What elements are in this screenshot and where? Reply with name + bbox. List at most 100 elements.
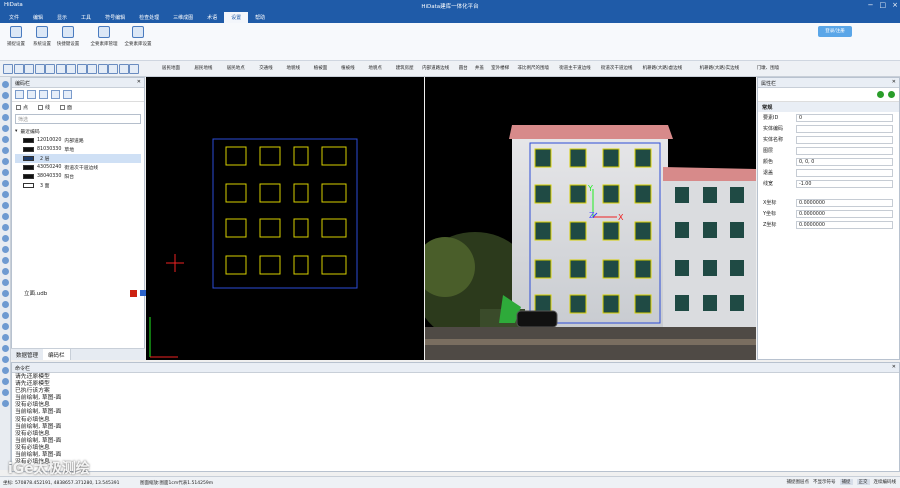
menu-item[interactable]: 术语 [200, 12, 224, 23]
building-window[interactable] [569, 221, 587, 241]
building-window[interactable] [569, 259, 587, 279]
property-value[interactable]: 0.0000000 [796, 220, 893, 229]
color-swatch[interactable] [130, 289, 137, 297]
tool-icon[interactable] [2, 246, 9, 253]
building-window[interactable] [602, 148, 620, 168]
close-button[interactable]: × [892, 1, 898, 9]
tool-icon[interactable] [2, 257, 9, 264]
tool-icon[interactable] [2, 301, 9, 308]
draw-icon[interactable] [45, 64, 55, 74]
building-window[interactable] [534, 259, 552, 279]
tool-icon[interactable] [2, 202, 9, 209]
tool-icon[interactable] [2, 158, 9, 165]
window-outline[interactable] [321, 146, 347, 166]
tool-icon[interactable] [2, 169, 9, 176]
elevation-2d-view[interactable] [146, 77, 424, 360]
menu-item[interactable]: 编辑 [26, 12, 50, 23]
code-item[interactable]: 43050240 街道次干道边线 [15, 163, 141, 172]
toolbar-code-item[interactable]: 井盖 [475, 65, 484, 71]
property-value[interactable] [796, 135, 893, 144]
building-window[interactable] [602, 184, 620, 204]
tree-view-icon[interactable] [27, 90, 36, 99]
tool-icon[interactable] [2, 268, 9, 275]
toolbar-code-item[interactable]: 地貌线 [287, 65, 301, 71]
tool-icon[interactable] [2, 312, 9, 319]
command-log[interactable]: 请先还原模型 请先还原模型 已执行该方案 当前绘制, 草图-面 没有必填信息 当前绘制, … [12, 373, 899, 471]
menu-item[interactable]: 三维成图 [166, 12, 200, 23]
tool-icon[interactable] [2, 191, 9, 198]
toolbar-code-item[interactable]: 建筑房屋 [396, 65, 414, 71]
window-outline[interactable] [225, 255, 247, 275]
tool-icon[interactable] [2, 367, 9, 374]
toolbar-code-item[interactable]: 植被面 [314, 65, 328, 71]
toolbar-code-item[interactable]: 门墩、围墙 [757, 65, 780, 71]
panel-close-icon[interactable]: ✕ [892, 79, 896, 85]
toolbar-code-item[interactable]: 居民地面 [162, 65, 180, 71]
window-outline[interactable] [293, 183, 309, 203]
tool-icon[interactable] [2, 235, 9, 242]
maximize-button[interactable]: □ [880, 1, 887, 9]
status-toggle[interactable]: 捕捉 [839, 479, 853, 485]
tool-icon[interactable] [2, 378, 9, 385]
feature-library-manage-button[interactable]: 全要素库管理 [88, 26, 120, 47]
sort-icon[interactable] [51, 90, 60, 99]
minimize-button[interactable]: − [868, 1, 874, 9]
building-window[interactable] [634, 221, 652, 241]
tool-icon[interactable] [2, 92, 9, 99]
filter-icon[interactable] [63, 90, 72, 99]
tool-icon[interactable] [2, 290, 9, 297]
redo-icon[interactable] [108, 64, 118, 74]
property-value[interactable] [796, 168, 893, 177]
building-window[interactable] [534, 221, 552, 241]
tree-root[interactable]: ▾ 最近编码 [15, 127, 141, 136]
apply-icon[interactable] [877, 91, 884, 98]
status-toggle[interactable]: 连续编码线 [874, 479, 897, 485]
building-window[interactable] [534, 184, 552, 204]
menu-item[interactable]: 帮助 [248, 12, 272, 23]
window-outline[interactable] [321, 218, 347, 238]
point-checkbox[interactable]: 点 [16, 104, 28, 111]
window-outline[interactable] [225, 183, 247, 203]
building-window[interactable] [634, 294, 652, 314]
building-window[interactable] [534, 148, 552, 168]
building-window[interactable] [634, 259, 652, 279]
toolbar-code-item[interactable]: 机耕路(大路)虚边线 [643, 65, 683, 71]
status-toggle[interactable]: 正交 [856, 479, 870, 485]
property-value[interactable] [796, 146, 893, 155]
window-outline[interactable] [293, 146, 309, 166]
property-value[interactable] [796, 124, 893, 133]
building-window[interactable] [534, 294, 552, 314]
view-icon[interactable] [3, 64, 13, 74]
layer-icon[interactable] [13, 64, 24, 74]
tool-icon[interactable] [2, 180, 9, 187]
building-window[interactable] [569, 184, 587, 204]
tool-icon[interactable] [2, 136, 9, 143]
tool-icon[interactable] [2, 400, 9, 407]
building-window[interactable] [634, 148, 652, 168]
menu-item[interactable]: 文件 [2, 12, 26, 23]
panel-close-icon[interactable]: ✕ [137, 79, 141, 85]
tool-icon[interactable] [2, 389, 9, 396]
property-value[interactable]: 0, 0, 0 [796, 157, 893, 166]
panel-close-icon[interactable]: ✕ [892, 364, 896, 370]
tool-icon[interactable] [2, 345, 9, 352]
tool-icon[interactable] [2, 323, 9, 330]
zoom-icon[interactable] [66, 64, 76, 74]
list-view-icon[interactable] [15, 90, 24, 99]
tool-icon[interactable] [2, 356, 9, 363]
face-checkbox[interactable]: 面 [60, 104, 72, 111]
menu-item[interactable]: 显示 [50, 12, 74, 23]
code-item[interactable]: 3 面 [15, 181, 141, 190]
menu-item[interactable]: 检查处理 [132, 12, 166, 23]
window-outline[interactable] [259, 255, 281, 275]
property-value[interactable]: 0.0000000 [796, 198, 893, 207]
toolbar-code-item[interactable]: 街道次干道边线 [601, 65, 633, 71]
select-icon[interactable] [24, 64, 34, 74]
building-window[interactable] [634, 184, 652, 204]
code-item[interactable]: 2 层 [15, 154, 141, 163]
system-settings-button[interactable]: 系统设置 [29, 26, 55, 47]
shortcut-settings-button[interactable]: 快捷键设置 [55, 26, 81, 47]
toolbar-code-item[interactable]: 植被线 [341, 65, 355, 71]
tool-icon[interactable] [2, 224, 9, 231]
tool-icon[interactable] [2, 334, 9, 341]
